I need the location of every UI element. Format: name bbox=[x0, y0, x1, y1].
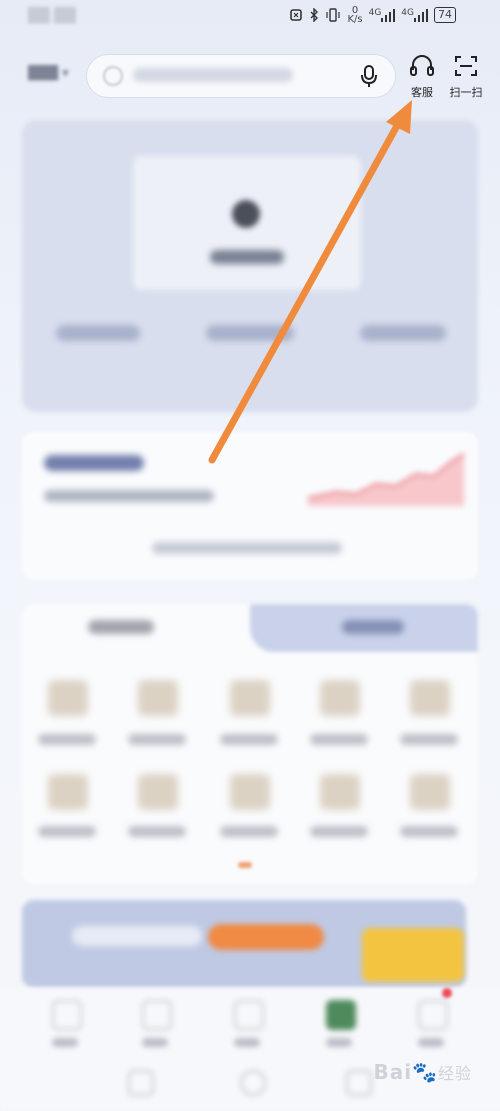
nav-item-icon[interactable] bbox=[52, 1000, 82, 1030]
nav-item-icon[interactable] bbox=[234, 1000, 264, 1030]
hero-caption bbox=[210, 250, 284, 264]
notification-dot bbox=[442, 988, 452, 998]
grid-item-icon[interactable] bbox=[410, 680, 450, 716]
grid-item-label bbox=[400, 826, 458, 837]
grid-item-label bbox=[400, 734, 458, 745]
customer-service-button[interactable]: 客服 bbox=[402, 54, 442, 100]
promo-text bbox=[72, 926, 202, 946]
net-speed-unit: K/s bbox=[347, 14, 363, 25]
location-selector[interactable]: ███ ▾ bbox=[28, 66, 78, 84]
net-speed: 0 K/s bbox=[347, 6, 363, 25]
grid-item-label bbox=[220, 826, 278, 837]
nav-item-label bbox=[234, 1038, 260, 1047]
grid-item-label bbox=[220, 734, 278, 745]
info-card-subtitle bbox=[44, 490, 214, 502]
nav-item-label bbox=[142, 1038, 168, 1047]
vibrate-icon bbox=[325, 8, 341, 22]
grid-item-icon[interactable] bbox=[320, 774, 360, 810]
promo-image bbox=[362, 928, 464, 982]
grid-item-icon[interactable] bbox=[320, 680, 360, 716]
hero-icon bbox=[232, 200, 260, 228]
promo-button[interactable] bbox=[208, 924, 324, 950]
network-type-a: 4G bbox=[368, 8, 382, 18]
mic-icon[interactable] bbox=[357, 63, 381, 89]
signal-a: 4G bbox=[369, 8, 396, 22]
info-card-title bbox=[44, 455, 144, 471]
status-time: ██:██ bbox=[28, 8, 76, 24]
search-icon bbox=[103, 66, 123, 86]
trend-sparkline bbox=[307, 453, 465, 506]
system-button[interactable] bbox=[240, 1070, 266, 1096]
scan-icon bbox=[453, 56, 479, 82]
customer-service-label: 客服 bbox=[411, 86, 433, 99]
bluetooth-icon bbox=[309, 8, 319, 22]
status-icons: 0 K/s 4G 4G 74 bbox=[289, 6, 456, 25]
scan-button[interactable]: 扫一扫 bbox=[446, 54, 486, 100]
signal-bars-icon bbox=[414, 8, 428, 22]
search-placeholder bbox=[133, 68, 293, 82]
grid-item-label bbox=[128, 826, 186, 837]
watermark-brand: Bai bbox=[373, 1060, 413, 1084]
nav-item-label bbox=[326, 1038, 352, 1047]
scan-label: 扫一扫 bbox=[449, 86, 483, 99]
tab-right-label[interactable] bbox=[342, 620, 404, 634]
nav-item-label bbox=[418, 1038, 444, 1047]
headset-icon bbox=[409, 55, 435, 82]
grid-item-label bbox=[38, 826, 96, 837]
signal-bars-icon bbox=[381, 8, 396, 22]
network-type-b: 4G bbox=[401, 8, 414, 18]
grid-item-icon[interactable] bbox=[48, 680, 88, 716]
nav-item-icon[interactable] bbox=[418, 1000, 448, 1030]
watermark: Bai🐾经验 bbox=[373, 1060, 472, 1084]
grid-item-icon[interactable] bbox=[230, 774, 270, 810]
nav-item-icon-active[interactable] bbox=[326, 1000, 356, 1030]
grid-item-label bbox=[310, 734, 368, 745]
watermark-suffix: 经验 bbox=[437, 1064, 472, 1083]
system-button[interactable] bbox=[346, 1070, 372, 1096]
tab-left-label[interactable] bbox=[88, 620, 154, 634]
grid-item-icon[interactable] bbox=[230, 680, 270, 716]
grid-item-icon[interactable] bbox=[48, 774, 88, 810]
hero-action-1[interactable] bbox=[56, 325, 140, 341]
grid-item-label bbox=[128, 734, 186, 745]
nfc-icon bbox=[289, 8, 303, 22]
page-indicator bbox=[238, 862, 252, 868]
paw-icon: 🐾 bbox=[412, 1060, 438, 1084]
status-bar: ██:██ 0 K/s 4G 4G 74 bbox=[0, 0, 500, 36]
system-button[interactable] bbox=[128, 1070, 154, 1096]
grid-item-icon[interactable] bbox=[138, 680, 178, 716]
grid-item-label bbox=[38, 734, 96, 745]
grid-item-icon[interactable] bbox=[410, 774, 450, 810]
hero-action-2[interactable] bbox=[206, 325, 294, 341]
nav-item-label bbox=[52, 1038, 78, 1047]
battery-indicator: 74 bbox=[434, 7, 456, 23]
nav-item-icon[interactable] bbox=[142, 1000, 172, 1030]
grid-item-label bbox=[310, 826, 368, 837]
info-card-footer bbox=[152, 542, 342, 554]
grid-item-icon[interactable] bbox=[138, 774, 178, 810]
hero-action-3[interactable] bbox=[360, 325, 446, 341]
signal-b: 4G bbox=[401, 8, 428, 22]
search-bar[interactable] bbox=[86, 54, 396, 98]
